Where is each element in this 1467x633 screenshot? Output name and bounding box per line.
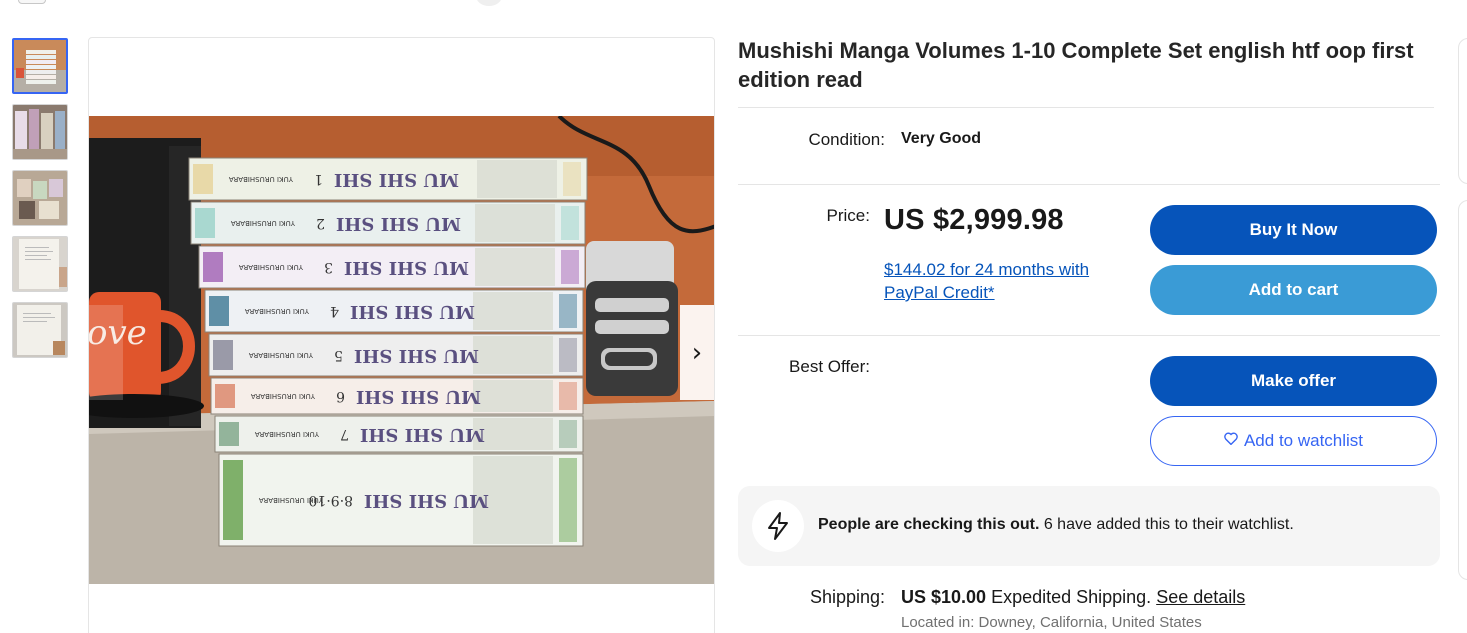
next-image-button[interactable]: › [680, 305, 714, 400]
manga-spine-1: MU SHI SHI 1 YUKI URUSHIBARA [188, 157, 588, 201]
thumbnail-5[interactable] [12, 302, 68, 358]
item-location: Located in: Downey, California, United S… [901, 614, 1202, 631]
watch-signal-rest: 6 have added this to their watchlist. [1039, 516, 1294, 533]
spine-title-2: MU SHI SHI [336, 213, 461, 234]
spine-title-7: MU SHI SHI [360, 424, 485, 445]
manga-spine-8: MU SHI SHI8·9·10YUKI URUSHIBARA [218, 453, 584, 547]
price-value: US $2,999.98 [884, 204, 1064, 236]
thumbnail-1[interactable] [12, 38, 68, 94]
spine-title-6: MU SHI SHI [356, 386, 481, 407]
spine-title-3: MU SHI SHI [344, 257, 469, 278]
shipping-label: Shipping: [809, 587, 885, 607]
spine-volume-4: 4 [330, 303, 339, 319]
condition-value: Very Good [901, 130, 982, 147]
divider [738, 335, 1440, 336]
thumbnail-4[interactable] [12, 236, 68, 292]
condition-label: Condition: [808, 130, 885, 149]
thumbnail-strip [12, 38, 68, 368]
chevron-right-icon: › [691, 337, 703, 368]
top-control-stub[interactable] [18, 0, 46, 4]
previous-image-button[interactable] [89, 305, 123, 400]
shipping-price: US $10.00 [901, 587, 987, 607]
divider [738, 184, 1440, 185]
spine-volume-5: 5 [334, 347, 343, 363]
spine-volume-1: 1 [314, 171, 323, 187]
manga-spine-6: MU SHI SHI 6 YUKI URUSHIBARA [210, 377, 584, 415]
spine-volume-7: 7 [340, 426, 349, 442]
buy-it-now-button[interactable]: Buy It Now [1150, 205, 1437, 255]
spine-title-1: MU SHI SHI [334, 169, 459, 190]
lightning-icon [752, 500, 804, 552]
spine-author-6: YUKI URUSHIBARA [251, 392, 316, 400]
watch-signal-banner: People are checking this out. 6 have add… [738, 486, 1440, 566]
thumbnail-3[interactable] [12, 170, 68, 226]
manga-spine-3: MU SHI SHI 3 YUKI URUSHIBARA [198, 245, 586, 289]
spine-author-7: YUKI URUSHIBARA [255, 430, 320, 438]
top-nav-dot[interactable] [476, 0, 502, 6]
paypal-credit-link[interactable]: $144.02 for 24 months with PayPal Credit… [884, 258, 1134, 304]
spine-title-5: MU SHI SHI [354, 345, 479, 366]
side-panel-edge [1458, 38, 1467, 184]
spine-author-2: YUKI URUSHIBARA [231, 219, 296, 227]
best-offer-label: Best Offer: [789, 357, 870, 376]
spine-author-3: YUKI URUSHIBARA [239, 263, 304, 271]
spine-author-4: YUKI URUSHIBARA [245, 307, 310, 315]
watch-signal-text: People are checking this out. 6 have add… [818, 516, 1294, 534]
shipping-value: US $10.00 Expedited Shipping. See detail… [901, 587, 1245, 608]
divider [738, 107, 1434, 108]
spine-volume-6: 6 [336, 388, 345, 404]
manga-spine-7: MU SHI SHI 7 YUKI URUSHIBARA [214, 415, 584, 453]
spine-author-1: YUKI URUSHIBARA [229, 175, 294, 183]
shipping-method: Expedited Shipping. [986, 587, 1157, 607]
product-photo[interactable]: ove MU SHI SHI 1 YUKI URUSHIBARA MU SHI SHI… [89, 116, 714, 584]
make-offer-button[interactable]: Make offer [1150, 356, 1437, 406]
side-panel-edge [1458, 200, 1467, 580]
spine-author-5: YUKI URUSHIBARA [249, 351, 314, 359]
manga-spine-4: MU SHI SHI 4 YUKI URUSHIBARA [204, 289, 584, 333]
heart-icon [1224, 432, 1238, 450]
add-to-cart-button[interactable]: Add to cart [1150, 265, 1437, 315]
listing-title: Mushishi Manga Volumes 1-10 Complete Set… [738, 38, 1414, 92]
watchlist-label: Add to watchlist [1243, 431, 1364, 450]
watch-signal-bold: People are checking this out. [818, 516, 1040, 533]
add-to-watchlist-button[interactable]: Add to watchlist [1150, 416, 1437, 466]
see-details-link[interactable]: See details [1156, 587, 1245, 607]
spine-title-4: MU SHI SHI [350, 301, 475, 322]
price-label: Price: [826, 206, 870, 225]
thumbnail-2[interactable] [12, 104, 68, 160]
main-image-viewer: ove MU SHI SHI 1 YUKI URUSHIBARA MU SHI SHI… [88, 37, 715, 633]
spine-title-8: MU SHI SHI [364, 490, 489, 511]
manga-spine-2: MU SHI SHI 2 YUKI URUSHIBARA [190, 201, 586, 245]
spine-volume-3: 3 [324, 259, 333, 275]
spine-author-8: YUKI URUSHIBARA [259, 496, 324, 504]
manga-spine-5: MU SHI SHI 5 YUKI URUSHIBARA [208, 333, 584, 377]
spine-volume-2: 2 [316, 215, 325, 231]
